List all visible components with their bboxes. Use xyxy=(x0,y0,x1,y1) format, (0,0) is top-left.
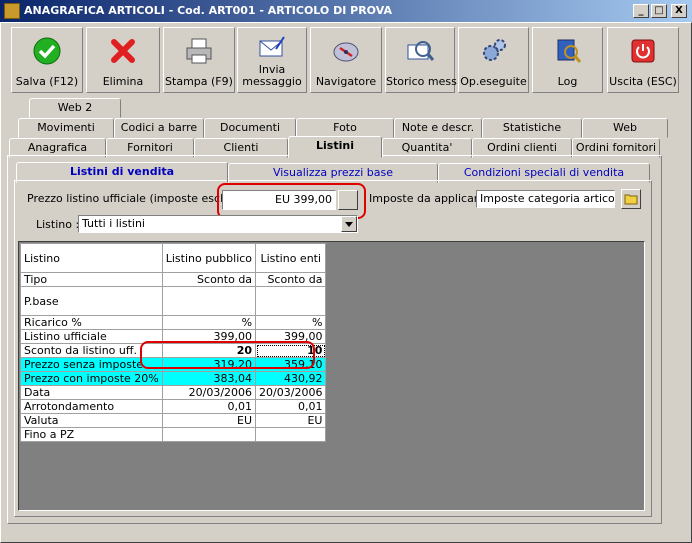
subtab-listini-di-vendita[interactable]: Listini di vendita xyxy=(16,162,228,183)
grid-cell[interactable]: 383,04 xyxy=(161,371,257,386)
table-row: P.base xyxy=(20,286,327,316)
tab-note-e-descr[interactable]: Note e descr. xyxy=(394,118,482,138)
listino-label: Listino : xyxy=(36,218,80,231)
grid-cell[interactable]: EU xyxy=(161,413,257,428)
tab-web[interactable]: Web xyxy=(582,118,668,138)
row-label: P.base xyxy=(20,286,163,316)
gears-icon xyxy=(479,36,509,66)
table-row: Ricarico % % % xyxy=(20,315,327,330)
magnifier-envelope-icon xyxy=(405,36,435,66)
navigator-button[interactable]: Navigatore xyxy=(310,27,382,93)
log-button[interactable]: Log xyxy=(532,27,603,93)
maximize-button[interactable]: □ xyxy=(651,4,667,18)
listino-dropdown-button[interactable] xyxy=(341,216,357,232)
delete-label: Elimina xyxy=(102,75,144,88)
print-label: Stampa (F9) xyxy=(165,75,233,88)
grid-header-enti: Listino enti xyxy=(255,243,327,273)
table-row: Fino a PZ xyxy=(20,427,327,442)
ops-label: Op.eseguite xyxy=(460,75,527,88)
message-history-button[interactable]: Storico mess. xyxy=(385,27,461,93)
grid-cell[interactable]: 20/03/2006 xyxy=(161,385,257,400)
save-button[interactable]: Salva (F12) xyxy=(11,27,83,93)
tab-web-2[interactable]: Web 2 xyxy=(29,98,121,118)
grid-cell[interactable]: % xyxy=(255,315,327,330)
window-title: ANAGRAFICA ARTICOLI - Cod. ART001 - ARTI… xyxy=(24,4,393,17)
grid-cell[interactable] xyxy=(161,286,257,316)
row-label: Data xyxy=(20,385,163,400)
listino-select[interactable]: Tutti i listini xyxy=(78,215,358,233)
log-magnifier-icon xyxy=(553,36,583,66)
tab-codici-a-barre[interactable]: Codici a barre xyxy=(114,118,204,138)
app-icon xyxy=(4,3,20,19)
folder-button[interactable] xyxy=(621,189,641,209)
tax-label: Imposte da applicare : xyxy=(369,192,493,205)
tab-movimenti[interactable]: Movimenti xyxy=(18,118,114,138)
power-icon xyxy=(628,36,658,66)
grid-header-listino: Listino xyxy=(20,243,163,273)
table-row: Arrotondamento 0,01 0,01 xyxy=(20,399,327,414)
grid-cell[interactable]: Sconto da xyxy=(161,272,257,287)
delete-button[interactable]: Elimina xyxy=(86,27,160,93)
printer-icon xyxy=(184,36,214,66)
row-label: Tipo xyxy=(20,272,163,287)
row-label: Prezzo con imposte 20% xyxy=(20,371,163,386)
grid-header-pubblico: Listino pubblico xyxy=(161,243,257,273)
table-row: Data 20/03/2006 20/03/2006 xyxy=(20,385,327,400)
navigator-label: Navigatore xyxy=(315,75,377,88)
print-button[interactable]: Stampa (F9) xyxy=(163,27,235,93)
row-label: Ricarico % xyxy=(20,315,163,330)
minimize-button[interactable]: _ xyxy=(633,4,649,18)
row-label: Fino a PZ xyxy=(20,427,163,442)
operations-button[interactable]: Op.eseguite xyxy=(458,27,529,93)
send-label-2: messaggio xyxy=(242,75,302,88)
envelope-icon xyxy=(257,32,287,62)
tab-foto[interactable]: Foto xyxy=(296,118,394,138)
delete-x-icon xyxy=(108,36,138,66)
table-row: Valuta EU EU xyxy=(20,413,327,428)
grid-cell[interactable]: % xyxy=(161,315,257,330)
title-bar: ANAGRAFICA ARTICOLI - Cod. ART001 - ARTI… xyxy=(0,0,692,22)
grid-cell[interactable]: 430,92 xyxy=(255,371,327,386)
check-icon xyxy=(32,36,62,66)
grid-header-row: Listino Listino pubblico Listino enti xyxy=(20,243,327,273)
grid-cell[interactable]: 0,01 xyxy=(161,399,257,414)
close-button[interactable]: X xyxy=(671,4,687,18)
grid-cell[interactable]: EU xyxy=(255,413,327,428)
listino-select-value: Tutti i listini xyxy=(82,217,145,230)
exit-button[interactable]: Uscita (ESC) xyxy=(607,27,679,93)
table-row: Tipo Sconto da Sconto da xyxy=(20,272,327,287)
tab-documenti[interactable]: Documenti xyxy=(204,118,296,138)
history-label: Storico mess. xyxy=(386,75,461,88)
tax-field[interactable]: Imposte categoria articolo xyxy=(476,190,615,208)
send-message-button[interactable]: Invia messaggio xyxy=(237,27,307,93)
save-label: Salva (F12) xyxy=(15,75,79,88)
grid-cell[interactable] xyxy=(161,427,257,442)
row-label: Listino ufficiale xyxy=(20,329,163,344)
table-row: Prezzo con imposte 20% 383,04 430,92 xyxy=(20,371,327,386)
log-label: Log xyxy=(557,75,578,88)
tab-statistiche[interactable]: Statistiche xyxy=(482,118,582,138)
chevron-down-icon xyxy=(345,221,353,227)
folder-icon xyxy=(624,194,638,205)
grid-cell[interactable] xyxy=(255,286,327,316)
exit-label: Uscita (ESC) xyxy=(609,75,677,88)
row-label: Arrotondamento xyxy=(20,399,163,414)
grid-cell[interactable]: 0,01 xyxy=(255,399,327,414)
discount-highlight-annotation xyxy=(140,341,315,369)
grid-cell[interactable]: 20/03/2006 xyxy=(255,385,327,400)
tab-listini[interactable]: Listini xyxy=(288,136,382,158)
row-label: Valuta xyxy=(20,413,163,428)
grid-cell[interactable]: Sconto da xyxy=(255,272,327,287)
price-highlight-annotation xyxy=(217,183,366,219)
compass-icon xyxy=(331,36,361,66)
grid-cell[interactable] xyxy=(255,427,327,442)
